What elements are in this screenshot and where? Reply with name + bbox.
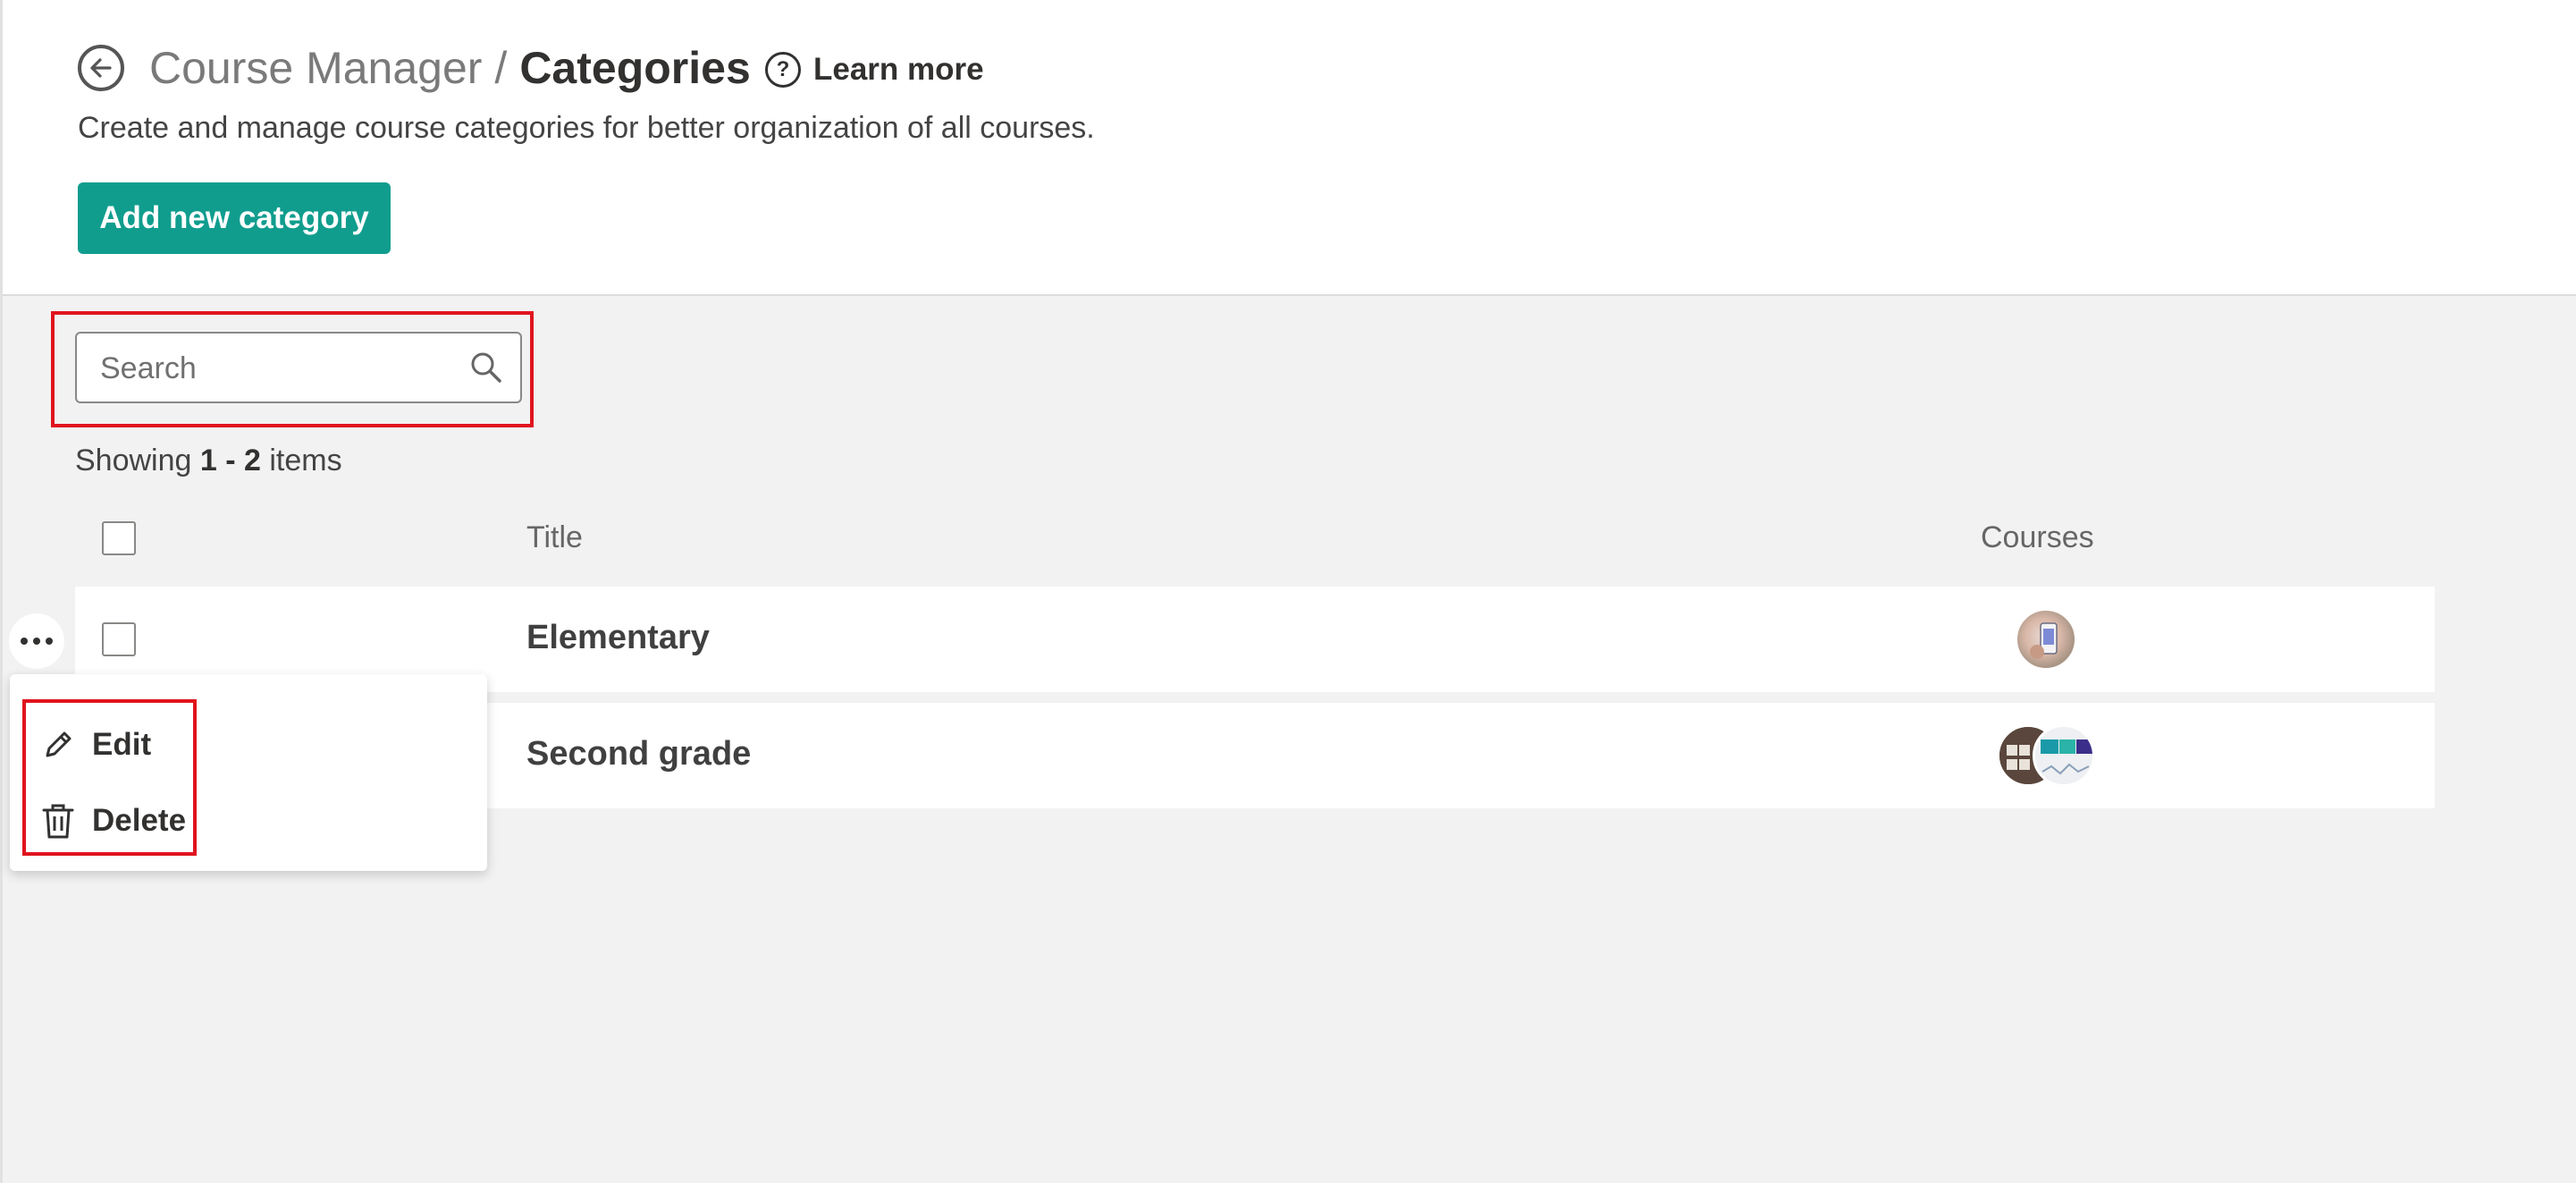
- breadcrumb-separator: /: [494, 43, 508, 93]
- select-all-checkbox[interactable]: [102, 521, 136, 555]
- column-header-title[interactable]: Title: [526, 520, 583, 555]
- showing-suffix: items: [269, 444, 342, 477]
- item-count: Showing 1 - 2 items: [75, 444, 342, 478]
- breadcrumb-parent[interactable]: Course Manager: [149, 43, 482, 93]
- showing-prefix: Showing: [75, 444, 192, 477]
- row-checkbox[interactable]: [102, 622, 136, 656]
- category-title: Second grade: [526, 735, 752, 773]
- back-button[interactable]: [78, 45, 124, 91]
- page-header: Course Manager / Categories ? Learn more C…: [3, 0, 2576, 296]
- showing-range: 1 - 2: [199, 444, 261, 477]
- add-new-category-button[interactable]: Add new category: [78, 182, 391, 254]
- learn-more-label: Learn more: [813, 52, 984, 87]
- page-subtitle: Create and manage course categories for …: [78, 111, 1095, 145]
- learn-more-link[interactable]: ? Learn more: [765, 51, 984, 89]
- category-title: Elementary: [526, 619, 710, 656]
- breadcrumb: Course Manager / Categories: [149, 39, 751, 97]
- page-title: Categories: [519, 43, 751, 93]
- dashboard-image-icon: [2035, 727, 2092, 784]
- row-more-actions-button[interactable]: [9, 613, 64, 669]
- menu-highlight-box: [22, 699, 197, 856]
- course-thumbnail: [2015, 608, 2077, 671]
- course-thumbnail: [2033, 724, 2095, 787]
- column-header-courses: Courses: [1981, 520, 2094, 554]
- more-horizontal-icon: [21, 638, 53, 645]
- phone-image-icon: [2030, 622, 2058, 659]
- arrow-left-icon: [90, 58, 112, 78]
- search-highlight-box: [51, 311, 534, 427]
- help-circle-icon: ?: [765, 52, 801, 88]
